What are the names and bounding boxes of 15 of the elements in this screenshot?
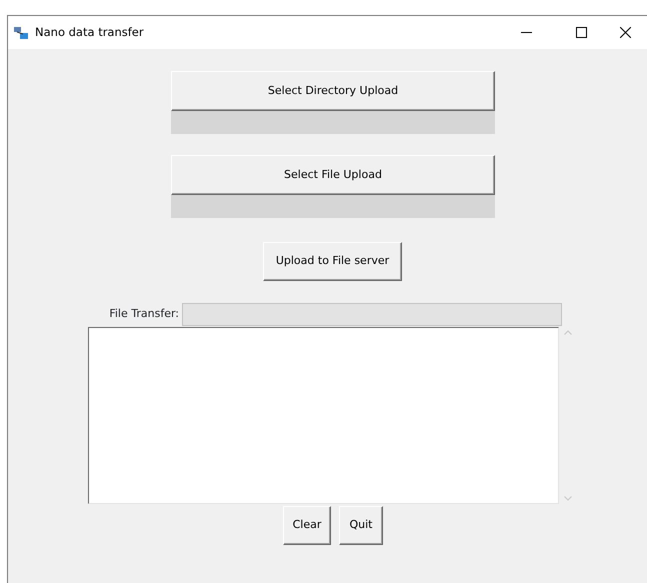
maximize-icon (576, 27, 586, 38)
minimize-icon (520, 32, 532, 33)
field-label: File Transfer: (108, 306, 180, 322)
select-upload-button[interactable]: Select Directory Upload (171, 71, 495, 111)
close-icon (620, 27, 630, 38)
window-title: Nano data transfer (35, 24, 144, 41)
clear-button[interactable]: Clear (283, 506, 331, 545)
log-text-area[interactable] (88, 327, 559, 504)
app-icon (13, 26, 29, 40)
select-upload-button[interactable]: Select File Upload (171, 155, 495, 195)
file-transfer-field[interactable] (182, 303, 562, 326)
upload-button[interactable]: Upload to File server (263, 242, 402, 281)
scroll-down-icon[interactable] (564, 496, 572, 501)
quit-button[interactable]: Quit (339, 506, 383, 545)
scroll-up-icon[interactable] (564, 330, 572, 335)
